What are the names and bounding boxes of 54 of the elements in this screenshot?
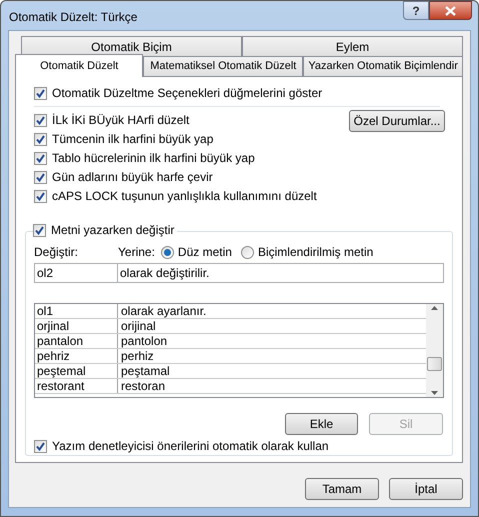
tab[interactable]: Matematiksel Otomatik Düzelt [143, 56, 304, 76]
add-button[interactable]: Ekle [285, 413, 358, 435]
table-cell-text: restoran [120, 379, 166, 393]
checkbox-label: İLk İKi BÜyük HArfi düzelt [52, 112, 190, 129]
checkbox-label: Gün adlarını büyük harfe çevir [52, 169, 213, 186]
checkbox[interactable] [34, 170, 47, 184]
checkbox[interactable] [34, 86, 47, 100]
table-cell: pehriz [35, 349, 118, 363]
checkbox-label: Tablo hücrelerinin ilk harfini büyük yap [52, 150, 255, 167]
tab[interactable]: Otomatik Biçim [21, 36, 242, 56]
scroll-up-icon[interactable] [431, 306, 438, 310]
close-button[interactable] [429, 1, 472, 20]
table-cell-text: peştamal [120, 364, 171, 378]
radio-label: Biçimlendirilmiş metin [258, 244, 374, 261]
table-cell: ol1 [35, 304, 118, 318]
table-cell-text: olarak ayarlanır. [120, 304, 208, 318]
checkbox[interactable] [34, 440, 47, 452]
checkbox-label: Otomatik Düzeltme Seçenekleri düğmelerini göster [52, 85, 322, 102]
table-cell-text: pantolon [120, 334, 168, 348]
checkbox-label: Metni yazarken değiştir [51, 222, 174, 239]
tab[interactable]: Otomatik Düzelt [15, 54, 144, 77]
checkbox[interactable] [33, 224, 46, 236]
checkbox[interactable] [34, 114, 47, 126]
checkbox[interactable] [34, 152, 47, 164]
scroll-down-icon[interactable] [431, 391, 438, 395]
checkbox-label: cAPS LOCK tuşunun yanlışlıkla kullanımını düzelt [52, 188, 317, 205]
scrollbar[interactable] [426, 304, 443, 397]
table-cell: orjinal [35, 319, 118, 333]
replacement-list[interactable]: ol1 olarak ayarlanır. orjinal orijinal pantalon pantolon pehriz perhiz peştemal peştamal restorant restoran [34, 303, 444, 398]
radio-label: Düz metin [178, 244, 232, 261]
checkbox[interactable] [34, 190, 47, 202]
tab[interactable]: Yazarken Otomatik Biçimlendir [303, 56, 463, 76]
dialog-button[interactable]: Tamam [305, 478, 379, 500]
replace-field[interactable]: ol2 [34, 263, 118, 283]
checkbox[interactable] [34, 132, 47, 146]
tab[interactable]: Eylem [242, 36, 463, 56]
table-cell: pantalon [35, 334, 118, 348]
scroll-thumb[interactable] [427, 357, 442, 371]
help-button[interactable]: ? [403, 1, 429, 20]
replacement-field[interactable]: olarak değiştirilir. [118, 263, 444, 283]
dialog-button[interactable]: İptal [389, 478, 463, 500]
radio-button[interactable] [160, 246, 174, 258]
checkbox-label: Yazım denetleyicisi önerilerini otomatik olarak kullan [52, 438, 329, 455]
checkbox-label: Tümcenin ilk harfini büyük yap [52, 131, 214, 148]
close-icon [445, 6, 456, 16]
radio-button[interactable] [240, 246, 254, 258]
window-title: Otomatik Düzelt: Türkçe [9, 9, 138, 26]
field-label: Yerine: [118, 244, 155, 261]
exceptions-button[interactable]: Özel Durumlar... [349, 110, 445, 132]
table-cell-text: perhiz [120, 349, 155, 363]
field-label: Değiştir: [34, 244, 80, 261]
table-cell: restorant [35, 379, 118, 393]
table-cell-text: orijinal [120, 319, 157, 333]
table-cell: peştemal [35, 364, 118, 378]
